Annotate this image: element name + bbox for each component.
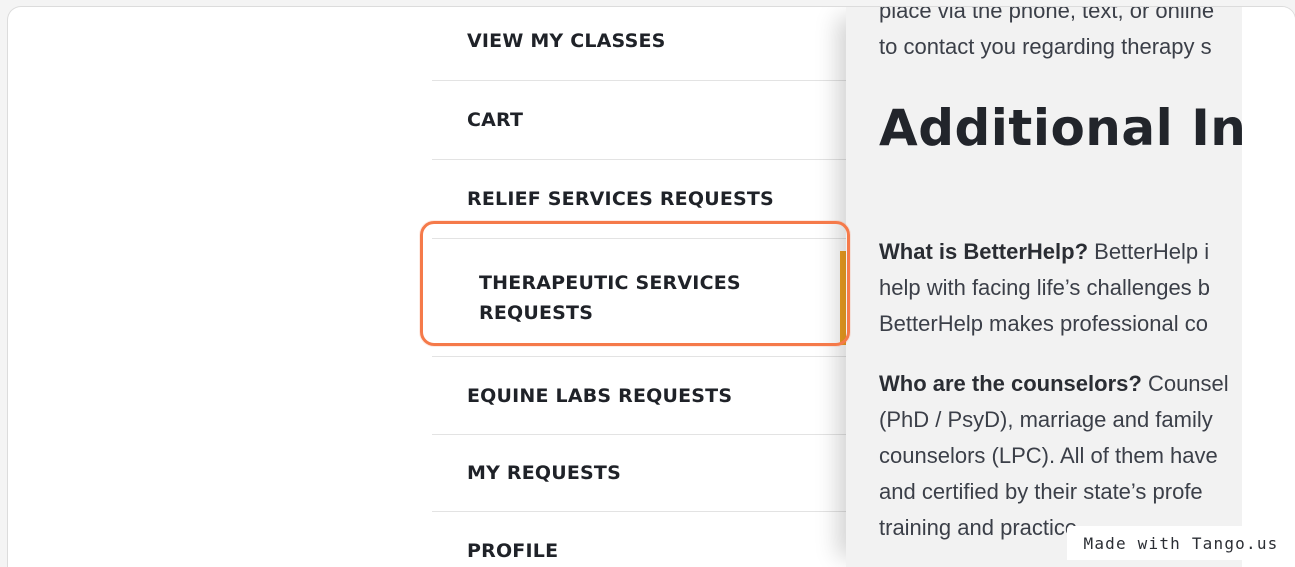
faq-counselors: Who are the counselors? Counsel (PhD / P… [879,366,1242,546]
section-heading: Additional Inf [879,99,1242,157]
faq-line: What is BetterHelp? BetterHelp i [879,234,1242,270]
faq-line: (PhD / PsyD), marriage and family [879,407,1213,432]
intro-line: to contact you regarding therapy s [879,34,1212,59]
intro-line: place via the phone, text, or online [879,7,1215,23]
browser-frame: VIEW MY CLASSES CART RELIEF SERVICES REQ… [7,6,1295,567]
content-panel: place via the phone, text, or online to … [846,7,1295,567]
intro-text: place via the phone, text, or online to … [879,7,1242,65]
menu-item-my-requests[interactable]: MY REQUESTS [432,435,846,512]
faq-line: BetterHelp makes professional co [879,311,1208,336]
menu-item-label: VIEW MY CLASSES [467,29,666,52]
click-highlight [420,221,850,346]
menu-item-label: MY REQUESTS [467,462,621,484]
faq-line: counselors (LPC). All of them have [879,443,1218,468]
content-body: place via the phone, text, or online to … [879,7,1242,567]
tango-watermark: Made with Tango.us [1067,526,1295,560]
menu-item-label: EQUINE LABS REQUESTS [467,384,733,407]
faq-line: Who are the counselors? Counsel [879,366,1242,402]
faq-betterhelp: What is BetterHelp? BetterHelp i help wi… [879,234,1242,342]
faq-line: help with facing life’s challenges b [879,275,1211,300]
menu-item-label: CART [467,109,524,131]
menu-item-profile[interactable]: PROFILE [432,512,846,567]
menu-item-cart[interactable]: CART [432,81,846,160]
right-gutter [1242,7,1295,567]
menu-item-view-my-classes[interactable]: VIEW MY CLASSES [432,7,846,81]
menu-item-label: PROFILE [467,539,559,562]
faq-question: Who are the counselors? [879,371,1142,396]
faq-answer: BetterHelp i [1088,239,1210,264]
faq-line: and certified by their state’s profe [879,479,1203,504]
menu-item-equine-labs-requests[interactable]: EQUINE LABS REQUESTS [432,357,846,435]
menu-item-label: RELIEF SERVICES REQUESTS [467,188,774,210]
faq-answer: Counsel [1141,371,1229,396]
faq-question: What is BetterHelp? [879,239,1089,264]
